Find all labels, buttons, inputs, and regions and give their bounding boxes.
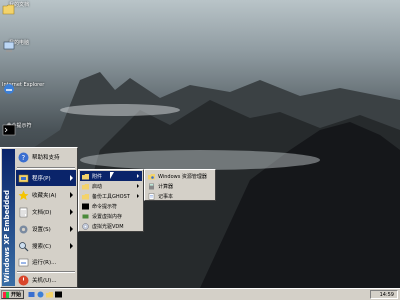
system-tray: 14:59 [370,290,398,299]
desktop-icon-my-documents[interactable]: 我的文档 [2,2,36,15]
folder-icon[interactable] [46,291,53,298]
console-icon [82,203,89,209]
windows-logo-icon [3,291,9,298]
console-icon[interactable] [55,291,62,298]
ie-icon[interactable] [37,291,44,298]
programs-item-virtual-drive[interactable]: 虚拟光驱VDM [80,221,142,231]
programs-item-label: 启动 [92,183,103,190]
show-desktop-icon[interactable] [28,291,35,298]
disc-icon [82,222,89,230]
programs-item-label: 命令提示符 [92,203,118,210]
gear-icon [19,225,28,233]
mouse-cursor [110,172,114,179]
svg-text:?: ? [22,154,26,162]
programs-item-command-prompt[interactable]: 命令提示符 [80,201,142,211]
folder-icon [82,183,89,189]
calculator-icon [149,183,154,189]
start-menu-item-help[interactable]: ? 帮助和支持 [16,149,76,165]
accessories-item-calculator[interactable]: 计算器 [146,181,214,191]
start-menu-brand-bar: Windows XP Embedded [2,149,15,286]
desktop-icon-my-computer[interactable]: 我的电脑 [2,40,36,52]
programs-item-label: 附件 [92,173,103,180]
desktop-icon-command-prompt[interactable]: 命令提示符 [2,123,36,136]
folder-icon [2,4,15,15]
start-menu-item-settings[interactable]: 设置(S) [16,221,76,237]
explorer-icon [148,173,155,179]
clock[interactable]: 14:59 [380,292,394,298]
memory-icon [82,214,89,218]
console-icon [2,124,16,136]
start-menu: Windows XP Embedded ? 帮助和支持 程序(P) 收藏夹(A)… [0,147,78,288]
folder-icon [82,173,89,179]
chevron-right-icon [137,194,139,198]
power-icon [18,275,29,285]
start-menu-item-label: 运行(R)... [32,260,57,266]
accessories-item-explorer[interactable]: Windows 资源管理器 [146,171,214,181]
search-icon [19,241,29,251]
start-menu-item-favorites[interactable]: 收藏夹(A) [16,187,76,203]
chevron-right-icon [70,209,73,215]
folder-icon [82,193,89,199]
start-menu-item-label: 收藏夹(A) [32,193,57,199]
start-menu-item-label: 帮助和支持 [32,155,60,161]
programs-icon [18,174,29,182]
start-menu-item-run[interactable]: 运行(R)... [16,254,76,270]
chevron-right-icon [70,243,73,249]
chevron-right-icon [70,226,73,232]
help-icon: ? [18,152,29,162]
start-menu-item-search[interactable]: 搜索(C) [16,238,76,254]
notepad-icon [148,192,155,200]
start-menu-item-label: 设置(S) [32,227,51,233]
accessories-item-label: 计算器 [158,183,174,190]
programs-item-startup[interactable]: 启动 [80,181,142,191]
start-menu-item-programs[interactable]: 程序(P) [16,170,76,186]
computer-icon [3,41,15,52]
accessories-item-notepad[interactable]: 记事本 [146,191,214,201]
chevron-right-icon [70,175,73,181]
run-icon [18,258,29,266]
accessories-submenu: Windows 资源管理器 计算器 记事本 [144,169,216,201]
start-menu-item-label: 文档(D) [32,210,52,216]
menu-separator [17,167,75,169]
accessories-item-label: Windows 资源管理器 [158,173,207,180]
start-menu-item-shutdown[interactable]: 关机(U)... [16,272,76,288]
programs-item-label: 虚拟光驱VDM [92,223,124,230]
desktop-icon-internet-explorer[interactable]: Internet Explorer [2,82,44,94]
chevron-right-icon [137,174,139,178]
start-menu-item-label: 关机(U)... [32,278,57,284]
chevron-right-icon [70,192,73,198]
document-icon [19,207,28,217]
start-menu-item-documents[interactable]: 文档(D) [16,204,76,220]
taskbar: 开始 14:59 [0,288,400,300]
start-button-label: 开始 [11,292,22,298]
start-menu-item-label: 程序(P) [32,176,51,182]
ie-icon [4,84,14,94]
star-icon [18,190,29,200]
start-menu-item-label: 搜索(C) [32,244,52,250]
programs-item-label: 设置虚拟内存 [92,213,123,220]
brand-text: Windows XP Embedded [3,190,11,283]
start-button[interactable]: 开始 [1,290,24,299]
programs-item-virtual-memory[interactable]: 设置虚拟内存 [80,211,142,221]
programs-item-label: 备份工具GHOST [92,193,130,200]
programs-item-ghost[interactable]: 备份工具GHOST [80,191,142,201]
chevron-right-icon [137,184,139,188]
accessories-item-label: 记事本 [158,193,174,200]
